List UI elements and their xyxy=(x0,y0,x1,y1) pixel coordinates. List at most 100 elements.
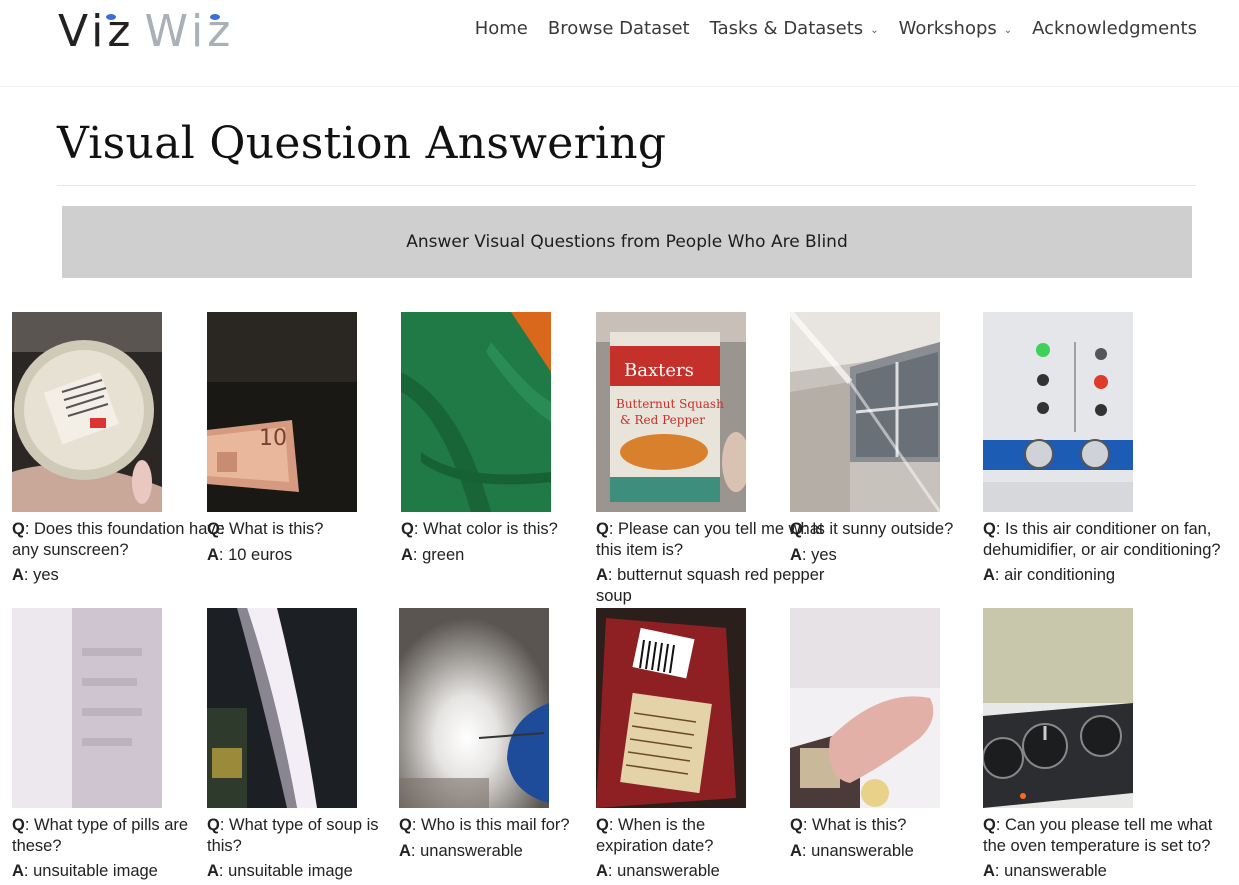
banner-text: Answer Visual Questions from People Who … xyxy=(406,232,848,252)
example-image-blurry-bottle xyxy=(12,608,162,808)
page-title: Visual Question Answering xyxy=(57,118,667,169)
vizwiz-logo[interactable]: Viz Wiz xyxy=(58,8,234,56)
nav-home[interactable]: Home xyxy=(475,18,528,39)
nav-workshops-label: Workshops xyxy=(898,18,997,39)
example-image-ac-panel xyxy=(983,312,1133,512)
logo-text-wiz: Wiz xyxy=(144,6,235,57)
q-label: Q xyxy=(983,816,996,834)
question-text: Can you please tell me what the oven tem… xyxy=(983,816,1213,855)
answer-text: unanswerable xyxy=(1004,862,1107,880)
example-image-green-fabric xyxy=(401,312,551,512)
a-label: A xyxy=(401,545,413,564)
question-text: What type of soup is this? xyxy=(207,816,379,855)
q-label: Q xyxy=(399,816,412,834)
answer: A: air conditioning xyxy=(983,566,1116,584)
answer-text: unsuitable image xyxy=(33,862,158,880)
logo-text-viz: Viz xyxy=(58,6,135,57)
a-label: A xyxy=(790,841,802,860)
svg-text:10: 10 xyxy=(259,426,287,451)
answer-text: unanswerable xyxy=(420,841,523,860)
q-label: Q xyxy=(207,816,220,834)
question-text: Does this foundation have any sunscreen? xyxy=(12,520,225,559)
logo-eye-icon xyxy=(106,14,116,20)
a-label: A xyxy=(983,862,995,880)
answer: A: unsuitable image xyxy=(207,862,353,880)
qa-text: Q: Is this air conditioner on fan, dehum… xyxy=(983,519,1233,586)
nav-home-label: Home xyxy=(474,18,528,39)
question-text: What is this? xyxy=(812,816,907,834)
question: Q: Can you please tell me what the oven … xyxy=(983,816,1213,855)
answer: A: yes xyxy=(12,566,59,584)
chevron-down-icon: ⌄ xyxy=(1003,24,1013,36)
qa-text: Q: Can you please tell me what the oven … xyxy=(983,815,1233,882)
a-label: A xyxy=(207,545,219,564)
answer-text: yes xyxy=(33,566,59,584)
example-image-oven-knobs xyxy=(983,608,1133,808)
qa-text: Q: What type of soup is this? A: unsuita… xyxy=(207,815,387,882)
question-text: Is this air conditioner on fan, dehumidi… xyxy=(983,520,1221,559)
a-label: A xyxy=(12,862,24,880)
q-label: Q xyxy=(983,520,996,538)
question-text: Who is this mail for? xyxy=(421,816,570,834)
q-label: Q xyxy=(207,520,220,538)
a-label: A xyxy=(983,566,995,584)
example-image-window xyxy=(790,312,940,512)
svg-text:& Red Pepper: & Red Pepper xyxy=(620,413,705,427)
subtitle-banner: Answer Visual Questions from People Who … xyxy=(62,206,1192,278)
nav-tasks-datasets-label: Tasks & Datasets xyxy=(709,18,864,39)
q-label: Q xyxy=(790,816,803,834)
answer-text: butternut squash red pepper soup xyxy=(596,566,825,605)
question-text: Is it sunny outside? xyxy=(812,520,954,538)
answer: A: unanswerable xyxy=(983,862,1107,880)
answer-text: yes xyxy=(811,545,837,564)
a-label: A xyxy=(596,862,608,880)
example-image-soup-can: Baxters Butternut Squash & Red Pepper xyxy=(596,312,746,512)
answer-text: green xyxy=(422,545,465,564)
example-card: Q: Is this air conditioner on fan, dehum… xyxy=(983,312,1233,586)
site-header: Viz Wiz Home Browse Dataset Tasks & Data… xyxy=(0,0,1239,87)
main-nav: Home Browse Dataset Tasks & Datasets ⌄ Wo… xyxy=(475,18,1197,39)
question-text: When is the expiration date? xyxy=(596,816,714,855)
q-label: Q xyxy=(12,816,25,834)
example-card: Q: What type of pills are these? A: unsu… xyxy=(12,608,192,882)
chevron-down-icon: ⌄ xyxy=(870,24,879,36)
nav-acknowledgments-label: Acknowledgments xyxy=(1032,18,1197,39)
example-image-euro-banknote: 10 xyxy=(207,312,357,512)
question-text: What is this? xyxy=(229,520,324,538)
answer: A: unsuitable image xyxy=(12,862,158,880)
q-label: Q xyxy=(596,520,609,538)
question-text: What color is this? xyxy=(423,520,558,538)
answer-text: 10 euros xyxy=(228,545,293,564)
q-label: Q xyxy=(12,520,25,538)
nav-browse-dataset-label: Browse Dataset xyxy=(547,18,690,39)
answer: A: unanswerable xyxy=(596,862,720,880)
a-label: A xyxy=(207,862,219,880)
svg-text:Baxters: Baxters xyxy=(624,360,694,381)
nav-browse-dataset[interactable]: Browse Dataset xyxy=(548,18,690,39)
a-label: A xyxy=(12,566,24,584)
example-card: Q: What type of soup is this? A: unsuita… xyxy=(207,608,387,882)
q-label: Q xyxy=(401,520,414,538)
qa-text: Q: When is the expiration date? A: unans… xyxy=(596,815,776,882)
example-card: Q: When is the expiration date? A: unans… xyxy=(596,608,776,882)
question-text: What type of pills are these? xyxy=(12,816,189,855)
example-image-finger xyxy=(790,608,940,808)
logo-eye-icon xyxy=(210,14,220,20)
answer-text: unanswerable xyxy=(811,841,914,860)
nav-acknowledgments[interactable]: Acknowledgments xyxy=(1032,18,1197,39)
a-label: A xyxy=(399,841,411,860)
question: Q: What type of pills are these? xyxy=(12,816,189,855)
question: Q: Is this air conditioner on fan, dehum… xyxy=(983,520,1221,559)
nav-tasks-datasets[interactable]: Tasks & Datasets ⌄ xyxy=(710,18,879,39)
example-image-bright-glare xyxy=(399,608,549,808)
example-image-foundation-jar xyxy=(12,312,162,512)
example-image-food-package xyxy=(596,608,746,808)
q-label: Q xyxy=(790,520,803,538)
answer-text: air conditioning xyxy=(1004,566,1116,584)
question: Q: What type of soup is this? xyxy=(207,816,379,855)
question: Q: When is the expiration date? xyxy=(596,816,714,855)
qa-text: Q: What type of pills are these? A: unsu… xyxy=(12,815,192,882)
nav-workshops[interactable]: Workshops ⌄ xyxy=(899,18,1013,39)
a-label: A xyxy=(790,545,802,564)
example-image-dark-glare xyxy=(207,608,357,808)
